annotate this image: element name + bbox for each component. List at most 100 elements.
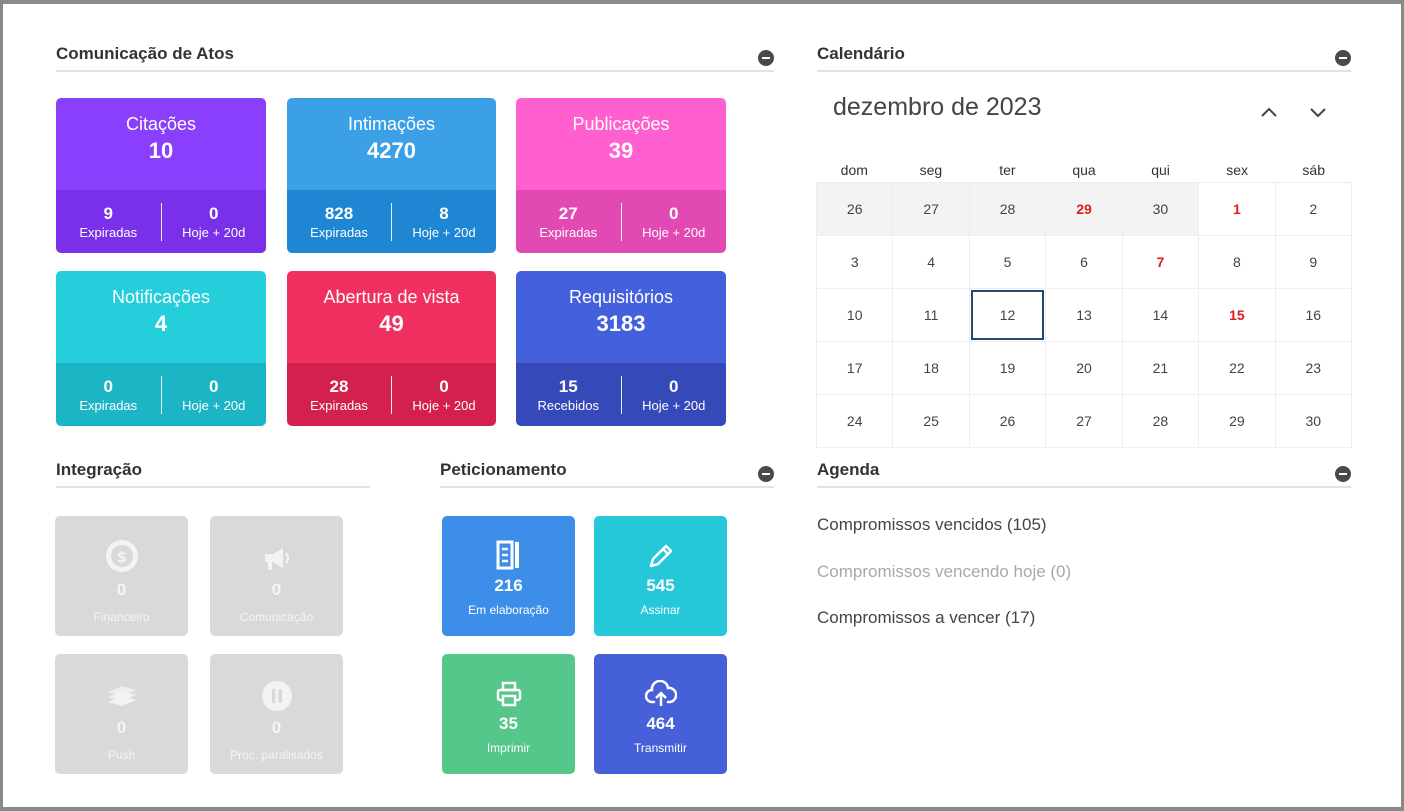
calendar-day[interactable]: 1 [1199, 183, 1276, 236]
calendar-day[interactable]: 4 [893, 236, 970, 289]
peticionamento-label: Imprimir [486, 741, 531, 755]
peticionamento-tile-assinar[interactable]: 545 Assinar [594, 516, 727, 636]
integracao-tile-push[interactable]: 0 Push [55, 654, 188, 774]
calendar-day[interactable]: 26 [969, 395, 1047, 448]
calendar-weekday: qua [1072, 162, 1096, 178]
agenda-item-vencendo-hoje[interactable]: Compromissos vencendo hoje (0) [817, 562, 1071, 582]
calendar-day[interactable]: 24 [817, 395, 894, 448]
tile-header[interactable]: Publicações 39 [516, 98, 726, 190]
calendar-day[interactable]: 30 [1122, 183, 1200, 236]
tile-right-num: 0 [209, 376, 219, 396]
tile-left-stat[interactable]: 828 Expiradas [287, 204, 391, 240]
calendar-day[interactable]: 15 [1199, 289, 1276, 342]
calendar-day[interactable]: 2 [1275, 183, 1352, 236]
integracao-tile-financeiro[interactable]: $ 0 Financeiro [55, 516, 188, 636]
calendar-day[interactable]: 19 [969, 342, 1047, 395]
tile-left-stat[interactable]: 0 Expiradas [56, 377, 161, 413]
peticionamento-tile-imprimir[interactable]: 35 Imprimir [442, 654, 575, 774]
chevron-down-icon[interactable] [1306, 100, 1330, 124]
peticionamento-num: 216 [494, 576, 523, 595]
calendar-day[interactable]: 3 [817, 236, 894, 289]
tile-header[interactable]: Intimações 4270 [287, 98, 496, 190]
tile-right-num: 8 [439, 203, 449, 223]
calendar-day[interactable]: 30 [1275, 395, 1352, 448]
calendar-day[interactable]: 10 [817, 289, 894, 342]
integracao-tile-proc-paralisados[interactable]: 0 Proc. paralisados [210, 654, 343, 774]
calendar-day[interactable]: 5 [969, 236, 1047, 289]
calendar-day[interactable]: 7 [1122, 236, 1200, 289]
collapse-agenda-button[interactable] [1335, 466, 1351, 482]
integracao-num: 0 [271, 580, 282, 599]
tile-left-stat[interactable]: 28 Expiradas [287, 377, 391, 413]
tile-header[interactable]: Citações 10 [56, 98, 266, 190]
comunicacao-tile-notificacoes[interactable]: Notificações 4 0 Expiradas 0 Hoje + 20d [56, 271, 266, 426]
tile-name: Intimações [347, 114, 436, 134]
tile-header[interactable]: Notificações 4 [56, 271, 266, 363]
tile-right-stat[interactable]: 0 Hoje + 20d [622, 204, 727, 240]
calendar-day[interactable]: 6 [1046, 236, 1123, 289]
tile-right-label: Hoje + 20d [642, 397, 706, 413]
chevron-up-icon[interactable] [1257, 100, 1281, 124]
calendar-day[interactable]: 27 [893, 183, 970, 236]
pencil-icon [649, 544, 672, 568]
tile-count: 10 [148, 138, 174, 163]
tile-left-stat[interactable]: 27 Expiradas [516, 204, 621, 240]
svg-text:$: $ [116, 548, 126, 566]
calendar-day[interactable]: 25 [893, 395, 970, 448]
calendar-day[interactable]: 11 [893, 289, 970, 342]
tile-name: Citações [125, 114, 197, 134]
comunicacao-tile-publicacoes[interactable]: Publicações 39 27 Expiradas 0 Hoje + 20d [516, 98, 726, 253]
comunicacao-tile-requisitorios[interactable]: Requisitórios 3183 15 Recebidos 0 Hoje + 20d [516, 271, 726, 426]
calendar-day[interactable]: 18 [893, 342, 970, 395]
agenda-header: Agenda [817, 460, 1351, 488]
agenda-item-vencidos[interactable]: Compromissos vencidos (105) [817, 515, 1047, 535]
tile-count: 4270 [367, 138, 416, 163]
tile-right-stat[interactable]: 0 Hoje + 20d [162, 204, 267, 240]
calendar-day[interactable]: 17 [817, 342, 894, 395]
tile-right-stat[interactable]: 8 Hoje + 20d [392, 204, 496, 240]
calendar-day[interactable]: 16 [1275, 289, 1352, 342]
calendar-day[interactable]: 9 [1275, 236, 1352, 289]
peticionamento-header: Peticionamento [440, 460, 774, 488]
calendar-day[interactable]: 13 [1046, 289, 1123, 342]
integracao-title: Integração [56, 460, 142, 479]
calendar-day[interactable]: 28 [1122, 395, 1200, 448]
calendar-weekday: ter [999, 162, 1016, 178]
collapse-comunicacao-button[interactable] [758, 50, 774, 66]
tile-right-stat[interactable]: 0 Hoje + 20d [392, 377, 496, 413]
dollar-icon: $ [105, 540, 138, 572]
calendar-day[interactable]: 8 [1199, 236, 1276, 289]
calendar-day[interactable]: 27 [1046, 395, 1123, 448]
calendar-day[interactable]: 28 [969, 183, 1047, 236]
peticionamento-tile-em-elaboracao[interactable]: 216 Em elaboração [442, 516, 575, 636]
tile-header[interactable]: Abertura de vista 49 [287, 271, 496, 363]
tile-right-stat[interactable]: 0 Hoje + 20d [162, 377, 267, 413]
calendar-days: 26 27 28 29 30 1 2 3 4 5 6 7 8 9 10 11 12 13 14 15 16 17 18 19 2… [816, 182, 1352, 448]
tile-right-stat[interactable]: 0 Hoje + 20d [622, 377, 727, 413]
peticionamento-label: Transmitir [634, 741, 687, 755]
integracao-tile-comunicacao[interactable]: 0 Comunicação [210, 516, 343, 636]
tile-header[interactable]: Requisitórios 3183 [516, 271, 726, 363]
calendar-day[interactable]: 20 [1046, 342, 1123, 395]
megaphone-icon [264, 548, 289, 570]
calendar-day[interactable]: 26 [817, 183, 894, 236]
comunicacao-tile-intimacoes[interactable]: Intimações 4270 828 Expiradas 8 Hoje + 20d [287, 98, 496, 253]
tile-left-stat[interactable]: 15 Recebidos [516, 377, 621, 413]
collapse-calendario-button[interactable] [1335, 50, 1351, 66]
calendar-day-today[interactable]: 12 [969, 289, 1047, 342]
agenda-item-a-vencer[interactable]: Compromissos a vencer (17) [817, 608, 1035, 628]
calendar-weekday: dom [840, 162, 868, 178]
calendar-day[interactable]: 22 [1199, 342, 1276, 395]
calendar-day[interactable]: 23 [1275, 342, 1352, 395]
calendar-day[interactable]: 29 [1046, 183, 1123, 236]
tile-left-stat[interactable]: 9 Expiradas [56, 204, 161, 240]
calendario-header: Calendário [817, 44, 1351, 72]
calendar-weekday: sáb [1302, 162, 1325, 178]
calendar-day[interactable]: 14 [1122, 289, 1200, 342]
collapse-peticionamento-button[interactable] [758, 466, 774, 482]
comunicacao-tile-abertura-de-vista[interactable]: Abertura de vista 49 28 Expiradas 0 Hoje + 20… [287, 271, 496, 426]
comunicacao-tile-citacoes[interactable]: Citações 10 9 Expiradas 0 Hoje + 20d [56, 98, 266, 253]
calendar-day[interactable]: 29 [1199, 395, 1276, 448]
peticionamento-tile-transmitir[interactable]: 464 Transmitir [594, 654, 727, 774]
calendar-day[interactable]: 21 [1122, 342, 1200, 395]
